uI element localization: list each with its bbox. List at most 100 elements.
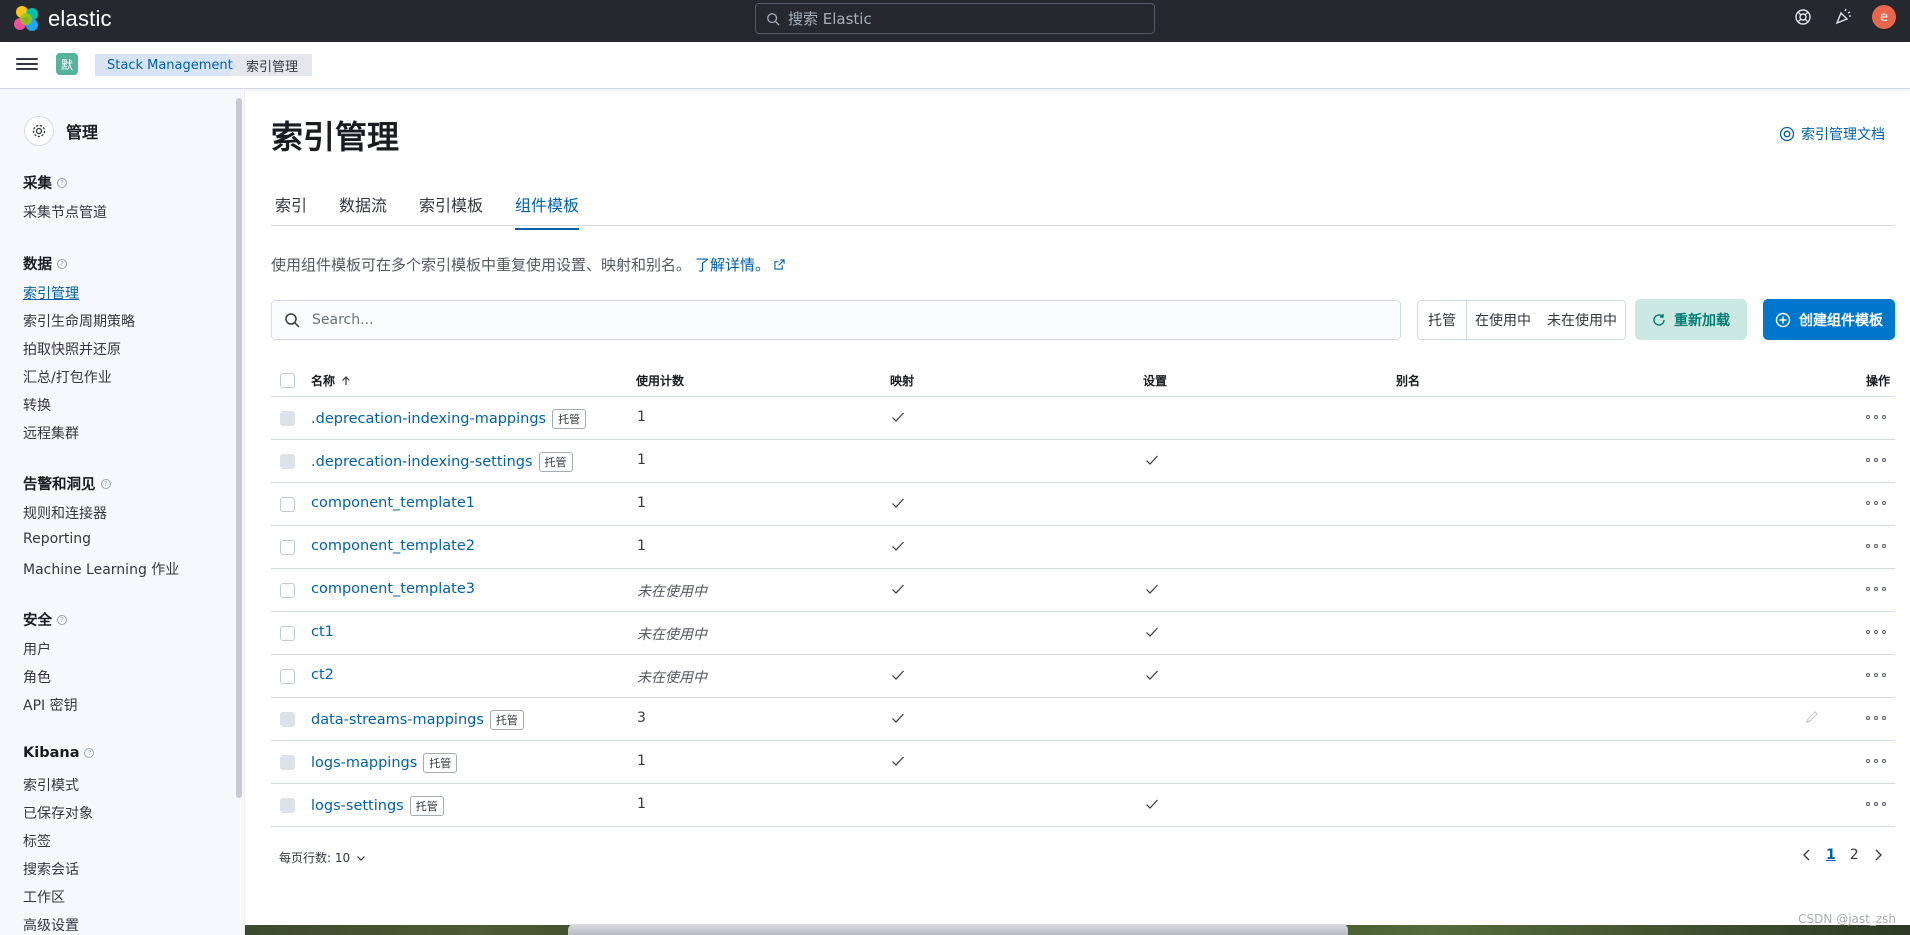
breadcrumb-stack-management[interactable]: Stack Management <box>95 54 249 76</box>
sidebar-item-ml-jobs[interactable]: Machine Learning 作业 <box>23 559 179 579</box>
template-name-link[interactable]: component_template1 <box>311 495 475 511</box>
template-name-link[interactable]: .deprecation-indexing-mappings <box>311 411 546 427</box>
sidebar-item-reporting[interactable]: Reporting <box>23 531 91 547</box>
template-name-link[interactable]: component_template3 <box>311 581 475 597</box>
sidebar-item-roles[interactable]: 角色 <box>23 667 51 687</box>
template-name-link[interactable]: ct1 <box>311 624 334 640</box>
tab-indices[interactable]: 索引 <box>275 192 307 228</box>
select-all-checkbox[interactable] <box>280 373 295 388</box>
page-1[interactable]: 1 <box>1826 847 1836 863</box>
table-row[interactable]: ct1 未在使用中 <box>271 612 1895 655</box>
row-actions-icon[interactable] <box>1866 495 1886 511</box>
sidebar-item-advanced-settings[interactable]: 高级设置 <box>23 915 79 935</box>
row-checkbox[interactable] <box>280 669 295 684</box>
usage-count: 1 <box>637 495 646 511</box>
table-row[interactable]: data-streams-mappings 托管 3 <box>271 698 1895 741</box>
row-actions-icon[interactable] <box>1866 581 1886 597</box>
column-aliases[interactable]: 别名 <box>1396 372 1420 389</box>
tab-index-templates[interactable]: 索引模板 <box>419 192 483 228</box>
row-actions-icon[interactable] <box>1866 538 1886 554</box>
edit-icon[interactable] <box>1804 709 1820 729</box>
help-icon: ? <box>57 258 67 269</box>
table-row[interactable]: logs-settings 托管 1 <box>271 784 1895 827</box>
help-icon[interactable] <box>1792 6 1814 28</box>
row-checkbox[interactable] <box>280 583 295 598</box>
gear-icon <box>24 116 54 146</box>
rows-per-page[interactable]: 每页行数: 10 <box>279 849 366 866</box>
filter-managed[interactable]: 托管 <box>1418 301 1467 339</box>
sidebar-item-transform[interactable]: 转换 <box>23 395 51 415</box>
sidebar-section-alerts: 告警和洞见? <box>23 473 111 494</box>
sidebar-scrollbar[interactable] <box>236 98 242 798</box>
template-name-link[interactable]: .deprecation-indexing-settings <box>311 454 533 470</box>
chevron-right-icon[interactable] <box>1873 849 1883 861</box>
usage-count: 未在使用中 <box>637 670 707 686</box>
row-actions-icon[interactable] <box>1866 452 1886 468</box>
row-checkbox <box>280 712 295 727</box>
column-usage-count[interactable]: 使用计数 <box>636 372 684 389</box>
learn-more-link[interactable]: 了解详情。 <box>695 254 770 275</box>
menu-toggle-icon[interactable] <box>16 55 38 75</box>
sidebar-item-tags[interactable]: 标签 <box>23 831 51 851</box>
table-row[interactable]: ct2 未在使用中 <box>271 655 1895 698</box>
managed-badge: 托管 <box>423 753 458 773</box>
reload-button[interactable]: 重新加载 <box>1635 299 1747 340</box>
column-settings[interactable]: 设置 <box>1143 372 1167 389</box>
sidebar-item-spaces[interactable]: 工作区 <box>23 887 65 907</box>
user-avatar[interactable]: e <box>1872 5 1896 29</box>
sidebar-item-api-keys[interactable]: API 密钥 <box>23 695 78 715</box>
sidebar-item-snapshot[interactable]: 拍取快照并还原 <box>23 339 121 359</box>
row-checkbox[interactable] <box>280 497 295 512</box>
tab-data-streams[interactable]: 数据流 <box>339 192 387 228</box>
global-search[interactable] <box>755 3 1155 34</box>
chevron-left-icon[interactable] <box>1802 849 1812 861</box>
mappings-check-icon <box>890 667 906 683</box>
table-row[interactable]: .deprecation-indexing-mappings 托管 1 <box>271 397 1895 440</box>
row-actions-icon[interactable] <box>1866 409 1886 425</box>
sidebar-item-ilm[interactable]: 索引生命周期策略 <box>23 311 135 331</box>
sidebar-item-remote-clusters[interactable]: 远程集群 <box>23 423 79 443</box>
sidebar-item-rollup[interactable]: 汇总/打包作业 <box>23 367 112 387</box>
column-name[interactable]: 名称 <box>311 372 351 389</box>
template-name-link[interactable]: component_template2 <box>311 538 475 554</box>
sidebar-item-search-sessions[interactable]: 搜索会话 <box>23 859 79 879</box>
table-row[interactable]: component_template1 1 <box>271 483 1895 526</box>
row-actions-icon[interactable] <box>1866 624 1886 640</box>
row-checkbox[interactable] <box>280 626 295 641</box>
sidebar-item-index-patterns[interactable]: 索引模式 <box>23 775 79 795</box>
page-2[interactable]: 2 <box>1850 847 1859 863</box>
sidebar-item-ingest-pipelines[interactable]: 采集节点管道 <box>23 202 107 222</box>
filter-in-use[interactable]: 在使用中 <box>1467 301 1539 339</box>
template-name-link[interactable]: ct2 <box>311 667 334 683</box>
table-search-input[interactable] <box>312 312 1312 328</box>
sidebar-item-rules[interactable]: 规则和连接器 <box>23 503 107 523</box>
docs-link[interactable]: 索引管理文档 <box>1779 124 1885 144</box>
table-row[interactable]: logs-mappings 托管 1 <box>271 741 1895 784</box>
sidebar-item-saved-objects[interactable]: 已保存对象 <box>23 803 93 823</box>
table-search[interactable] <box>271 300 1401 340</box>
column-actions: 操作 <box>1866 374 1891 388</box>
template-name-link[interactable]: logs-settings <box>311 798 404 814</box>
elastic-logo[interactable]: elastic <box>14 6 112 32</box>
row-actions-icon[interactable] <box>1866 667 1886 683</box>
space-avatar[interactable]: 默 <box>56 53 78 75</box>
column-mappings[interactable]: 映射 <box>890 372 914 389</box>
table-row[interactable]: component_template3 未在使用中 <box>271 569 1895 612</box>
dock <box>568 924 1348 935</box>
row-actions-icon[interactable] <box>1866 710 1886 726</box>
search-icon <box>285 313 300 328</box>
create-component-template-button[interactable]: 创建组件模板 <box>1763 299 1895 340</box>
row-actions-icon[interactable] <box>1866 753 1886 769</box>
table-row[interactable]: component_template2 1 <box>271 526 1895 569</box>
sidebar-item-index-management[interactable]: 索引管理 <box>23 283 79 303</box>
global-search-input[interactable] <box>788 9 1128 28</box>
filter-not-in-use[interactable]: 未在使用中 <box>1539 301 1625 339</box>
row-actions-icon[interactable] <box>1866 796 1886 812</box>
row-checkbox[interactable] <box>280 540 295 555</box>
table-row[interactable]: .deprecation-indexing-settings 托管 1 <box>271 440 1895 483</box>
template-name-link[interactable]: data-streams-mappings <box>311 712 484 728</box>
tab-component-templates[interactable]: 组件模板 <box>515 192 580 230</box>
template-name-link[interactable]: logs-mappings <box>311 755 417 771</box>
sidebar-item-users[interactable]: 用户 <box>23 639 51 659</box>
newsfeed-icon[interactable] <box>1832 6 1854 28</box>
